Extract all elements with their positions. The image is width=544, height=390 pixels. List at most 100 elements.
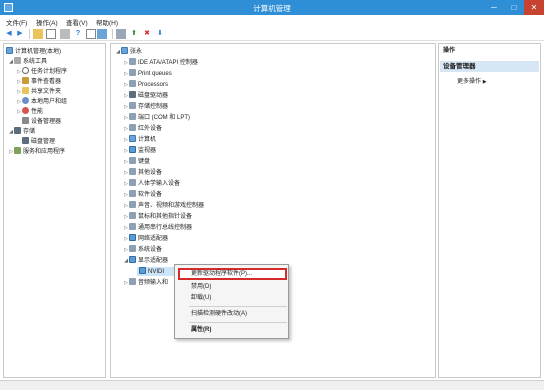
shared-folder-icon	[22, 87, 29, 94]
tree-item-shared-folders[interactable]: ▷ 共享文件夹	[16, 87, 61, 96]
menu-uninstall[interactable]: 卸载(U)	[191, 294, 211, 303]
device-category-hid[interactable]: ▷ 人体学输入设备	[123, 179, 180, 188]
device-category-sound[interactable]: ▷ 声音、视频和游戏控制器	[123, 201, 204, 210]
printer-icon	[129, 69, 136, 76]
device-category-monitors[interactable]: ▷ 监视器	[123, 146, 156, 155]
tools-icon	[14, 57, 21, 64]
monitor-icon	[129, 146, 136, 153]
more-actions-link[interactable]: 更多操作 ▶	[457, 76, 487, 85]
close-button[interactable]: ✕	[524, 0, 544, 15]
update-driver-icon[interactable]: ⬆	[129, 29, 139, 39]
tree-item-local-users[interactable]: ▷ 本地用户和组	[16, 97, 67, 106]
computer-icon	[121, 47, 128, 54]
tree-item-device-manager[interactable]: 设备管理器	[16, 117, 61, 126]
device-category-usb[interactable]: ▷ 通用串行总线控制器	[123, 223, 192, 232]
scan-hardware-icon[interactable]	[116, 29, 126, 39]
menu-help[interactable]: 帮助(H)	[96, 17, 118, 27]
device-category-disk-drives[interactable]: ▷ 磁盘驱动器	[123, 91, 168, 100]
ide-controller-icon	[129, 58, 136, 65]
actions-section-device-manager[interactable]: 设备管理器	[440, 61, 539, 72]
menu-separator	[189, 322, 287, 323]
device-category-network[interactable]: ▷ 网络适配器	[123, 234, 168, 243]
menu-properties[interactable]: 属性(R)	[191, 326, 211, 335]
processor-icon	[129, 80, 136, 87]
toolbar-divider	[29, 29, 30, 39]
device-category-mice[interactable]: ▷ 鼠标和其他指针设备	[123, 212, 192, 221]
sound-icon	[129, 201, 136, 208]
network-adapter-icon	[129, 234, 136, 241]
actions-pane: 操作 设备管理器 更多操作 ▶	[438, 43, 541, 378]
infrared-icon	[129, 124, 136, 131]
device-category-ports[interactable]: ▷ 端口 (COM 和 LPT)	[123, 113, 190, 122]
menu-file[interactable]: 文件(F)	[6, 17, 27, 27]
monitor-icon[interactable]	[97, 29, 107, 39]
storage-controller-icon	[129, 102, 136, 109]
usb-icon	[129, 223, 136, 230]
actions-header: 操作	[443, 48, 456, 54]
help-icon[interactable]: ?	[73, 29, 83, 39]
toolbar-divider	[112, 29, 113, 39]
tree-item-storage[interactable]: ◢ 存储	[8, 127, 35, 136]
device-category-print-queues[interactable]: ▷ Print queues	[123, 69, 172, 78]
tree-item-performance[interactable]: ▷ 性能	[16, 107, 43, 116]
folder-icon[interactable]	[33, 29, 43, 39]
device-category-other[interactable]: ▷ 其他设备	[123, 168, 162, 177]
device-category-storage-controllers[interactable]: ▷ 存储控制器	[123, 102, 168, 111]
menu-action[interactable]: 操作(A)	[36, 17, 58, 27]
device-category-system[interactable]: ▷ 系统设备	[123, 245, 162, 254]
services-icon	[14, 147, 21, 154]
tree-item-event-viewer[interactable]: ▷ 事件查看器	[16, 77, 61, 86]
device-root[interactable]: ◢ 张永	[115, 47, 142, 56]
device-category-ide[interactable]: ▷ IDE ATA/ATAPI 控制器	[123, 58, 198, 67]
display-adapter-icon	[129, 256, 136, 263]
display-adapter-icon	[139, 267, 146, 274]
computer-icon	[129, 135, 136, 142]
audio-input-icon	[129, 278, 136, 285]
hid-icon	[129, 179, 136, 186]
menu-view[interactable]: 查看(V)	[66, 17, 88, 27]
menu-update-driver[interactable]: 更新驱动程序软件(P)...	[191, 270, 252, 279]
event-viewer-icon	[22, 77, 29, 84]
forward-icon[interactable]: ▶	[15, 29, 25, 39]
toolbar: ◀ ▶ ? ⬆ ✖ ⬇	[0, 27, 544, 41]
tree-item-services-apps[interactable]: ▷ 服务和应用程序	[8, 147, 65, 156]
keyboard-icon	[129, 157, 136, 164]
status-bar	[0, 380, 544, 390]
device-manager-icon	[22, 117, 29, 124]
back-icon[interactable]: ◀	[4, 29, 14, 39]
menu-bar: 文件(F) 操作(A) 查看(V) 帮助(H)	[0, 15, 544, 27]
maximize-button[interactable]: □	[504, 0, 524, 15]
more-actions-label: 更多操作	[457, 79, 482, 85]
device-category-software[interactable]: ▷ 软件设备	[123, 190, 162, 199]
users-icon	[22, 97, 29, 104]
properties-icon[interactable]	[60, 29, 70, 39]
context-menu: 更新驱动程序软件(P)... 禁用(D) 卸载(U) 扫描检测硬件改动(A) 属…	[174, 264, 289, 339]
tree-item-computer-management[interactable]: 计算机管理(本地)	[6, 47, 61, 56]
storage-icon	[14, 127, 21, 134]
menu-separator	[189, 306, 287, 307]
view-icon[interactable]	[86, 29, 96, 39]
computer-icon	[6, 47, 13, 54]
device-category-audio-io[interactable]: ▷ 音频输入和	[123, 278, 168, 287]
port-icon	[129, 113, 136, 120]
navigation-tree: 计算机管理(本地) ◢ 系统工具 ▷ 任务计划程序 ▷ 事件查看器 ▷ 共享文件夹 ▷ 本…	[3, 43, 106, 378]
disk-icon	[22, 137, 29, 144]
system-device-icon	[129, 245, 136, 252]
device-category-infrared[interactable]: ▷ 红外设备	[123, 124, 162, 133]
uninstall-icon[interactable]: ✖	[142, 29, 152, 39]
device-category-display-adapters[interactable]: ◢ 显示适配器	[123, 256, 168, 265]
device-nvidia-adapter[interactable]: NVIDI	[137, 267, 175, 276]
device-category-processors[interactable]: ▷ Processors	[123, 80, 168, 89]
menu-scan-hardware[interactable]: 扫描检测硬件改动(A)	[191, 310, 247, 319]
console-icon[interactable]	[46, 29, 56, 39]
tree-item-task-scheduler[interactable]: ▷ 任务计划程序	[16, 67, 67, 76]
tree-item-system-tools[interactable]: ◢ 系统工具	[8, 57, 47, 66]
enable-device-icon[interactable]: ⬇	[155, 29, 165, 39]
device-category-keyboards[interactable]: ▷ 键盘	[123, 157, 150, 166]
device-category-computer[interactable]: ▷ 计算机	[123, 135, 156, 144]
menu-disable[interactable]: 禁用(D)	[191, 283, 211, 292]
window-title: 计算机管理	[253, 4, 291, 13]
minimize-button[interactable]: ─	[484, 0, 504, 15]
tree-item-disk-management[interactable]: 磁盘管理	[16, 137, 55, 146]
disk-drive-icon	[129, 91, 136, 98]
